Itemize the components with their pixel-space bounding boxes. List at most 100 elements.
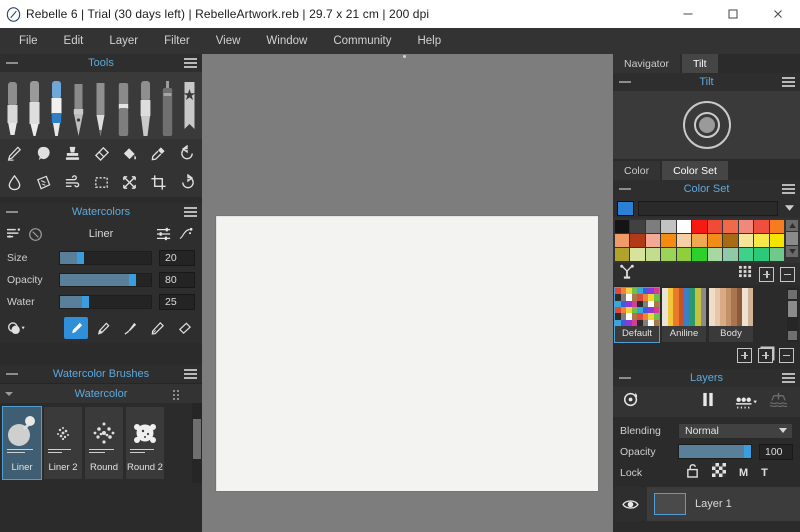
color-mixer-icon[interactable]	[619, 264, 635, 285]
preset-aniline[interactable]: Aniline	[662, 288, 706, 342]
color-swatch[interactable]	[707, 220, 723, 233]
tool-pencil[interactable]	[90, 75, 112, 137]
color-swatch[interactable]	[692, 234, 707, 247]
minimize-button[interactable]	[665, 0, 710, 28]
pause-diffusion-icon[interactable]	[701, 392, 715, 412]
menu-item-window[interactable]: Window	[253, 31, 320, 51]
selection-icon[interactable]	[87, 168, 116, 197]
color-swatch[interactable]	[738, 234, 754, 247]
brush-item-round[interactable]: Round	[85, 407, 123, 479]
maximize-button[interactable]	[710, 0, 755, 28]
scrollbar-thumb[interactable]	[788, 301, 797, 317]
paint-mode-button[interactable]	[64, 317, 88, 339]
brush-item-liner-2[interactable]: Liner 2	[44, 407, 82, 479]
brush-dynamics-icon[interactable]	[178, 227, 194, 241]
menu-item-filter[interactable]: Filter	[151, 31, 203, 51]
lock-mask-button[interactable]: M	[739, 467, 748, 479]
color-swatch[interactable]	[707, 248, 723, 261]
layer-opacity-knob[interactable]	[744, 445, 752, 458]
tool-pastel[interactable]	[112, 75, 134, 137]
color-swatch[interactable]	[615, 234, 630, 247]
color-swatch[interactable]	[723, 220, 738, 233]
color-swatch[interactable]	[615, 248, 630, 261]
color-swatch[interactable]	[723, 234, 738, 247]
brush-item-round-2[interactable]: Round 2	[126, 407, 164, 479]
panel-menu-icon[interactable]	[184, 369, 197, 379]
chevron-down-icon[interactable]	[5, 391, 13, 396]
menu-item-view[interactable]: View	[203, 31, 254, 51]
color-swatch[interactable]	[769, 234, 784, 247]
pen-mode-button[interactable]	[145, 317, 169, 339]
wet-brush-mode-button[interactable]	[91, 317, 115, 339]
tab-color[interactable]: Color	[613, 161, 661, 180]
panel-menu-icon[interactable]	[184, 207, 197, 217]
collapse-icon[interactable]	[619, 377, 631, 379]
remove-color-button[interactable]	[780, 266, 795, 282]
canvas-viewport[interactable]	[202, 54, 613, 532]
dry-layer-icon[interactable]	[623, 391, 640, 413]
color-swatch[interactable]	[645, 248, 661, 261]
scroll-down-button[interactable]	[788, 331, 797, 340]
collapse-icon[interactable]	[619, 188, 631, 190]
eraser-icon[interactable]	[87, 139, 116, 168]
size-value[interactable]: 20	[159, 250, 195, 266]
color-swatch[interactable]	[754, 220, 769, 233]
smudge-icon[interactable]	[29, 139, 58, 168]
panel-menu-icon[interactable]	[782, 184, 795, 194]
color-swatch[interactable]	[661, 220, 676, 233]
layer-list-item[interactable]: Layer 1	[613, 487, 800, 521]
add-color-set-button[interactable]	[737, 347, 752, 363]
tool-oil-brush[interactable]	[134, 75, 156, 137]
collapse-icon[interactable]	[6, 62, 18, 64]
brush-list-scrollbar[interactable]	[192, 403, 202, 483]
water-value[interactable]: 25	[159, 294, 195, 310]
layer-opacity-value[interactable]: 100	[759, 443, 793, 460]
tilt-canvas-icon[interactable]	[769, 391, 788, 413]
scrollbar-thumb[interactable]	[193, 419, 201, 459]
color-swatch[interactable]	[645, 220, 661, 233]
tilt-handle[interactable]	[698, 117, 715, 133]
tilt-joystick-icon[interactable]	[682, 101, 731, 149]
color-swatch[interactable]	[738, 248, 754, 261]
dry-icon[interactable]	[29, 168, 58, 197]
opacity-slider-knob[interactable]	[128, 274, 136, 286]
transform-icon[interactable]	[115, 168, 144, 197]
drag-handle-icon[interactable]	[172, 389, 180, 400]
color-swatch[interactable]	[661, 234, 676, 247]
artwork-canvas[interactable]	[216, 216, 598, 491]
lock-transform-button[interactable]: T	[761, 467, 768, 479]
scroll-up-button[interactable]	[788, 290, 797, 299]
color-swatch-grid[interactable]	[615, 220, 784, 261]
lock-alpha-icon[interactable]	[712, 463, 726, 482]
size-slider-knob[interactable]	[77, 252, 85, 264]
duplicate-color-set-button[interactable]	[758, 347, 773, 363]
menu-item-help[interactable]: Help	[404, 31, 454, 51]
tool-watercolor-brush[interactable]	[46, 75, 68, 137]
stamp-icon[interactable]	[58, 139, 87, 168]
tool-ink-pen[interactable]	[24, 75, 46, 137]
water-slider-knob[interactable]	[82, 296, 90, 308]
crop-icon[interactable]	[144, 168, 173, 197]
rotate-icon[interactable]	[173, 168, 202, 197]
collapse-icon[interactable]	[6, 211, 18, 213]
preset-default[interactable]: Default	[614, 287, 660, 343]
color-swatch[interactable]	[661, 248, 676, 261]
blend-icon[interactable]	[0, 139, 29, 168]
remove-color-set-button[interactable]	[779, 347, 794, 363]
color-swatch[interactable]	[630, 220, 645, 233]
eyedropper-icon[interactable]	[144, 139, 173, 168]
color-swatch[interactable]	[738, 220, 754, 233]
preset-body[interactable]: Body	[709, 288, 753, 342]
menu-item-file[interactable]: File	[6, 31, 51, 51]
opacity-slider[interactable]	[59, 273, 152, 287]
tool-marker[interactable]	[2, 75, 24, 137]
color-swatch[interactable]	[630, 248, 645, 261]
tool-favorites[interactable]	[178, 75, 200, 137]
grid-view-icon[interactable]	[738, 265, 753, 283]
panel-menu-icon[interactable]	[782, 373, 795, 383]
color-swatch[interactable]	[769, 220, 784, 233]
water-drop-icon[interactable]	[0, 168, 29, 197]
color-swatch[interactable]	[692, 220, 707, 233]
canvas-texture-icon[interactable]	[735, 395, 757, 410]
color-swatch[interactable]	[723, 248, 738, 261]
